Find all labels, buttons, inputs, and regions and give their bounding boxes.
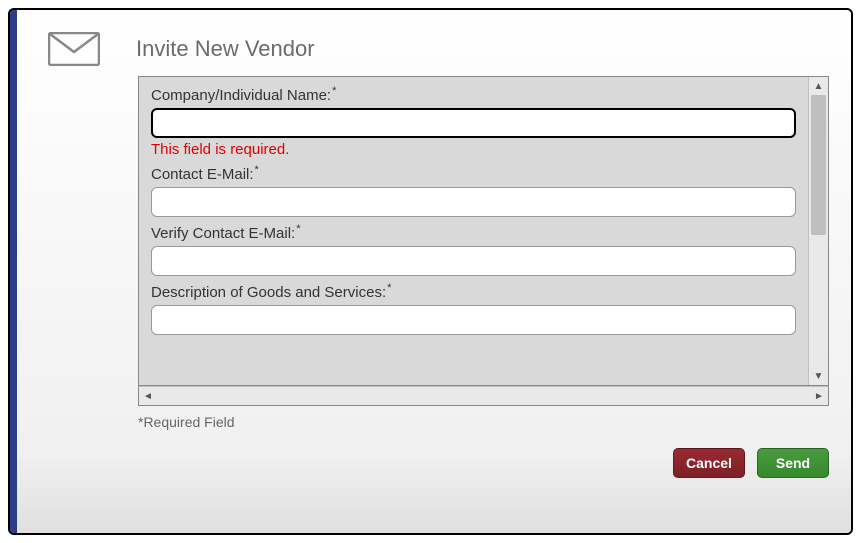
verify-email-label: Verify Contact E-Mail:*: [151, 223, 796, 242]
form-scroll-area: Company/Individual Name:* This field is …: [139, 77, 808, 385]
description-label: Description of Goods and Services:*: [151, 282, 796, 301]
company-name-group: Company/Individual Name:* This field is …: [151, 85, 796, 158]
form-container: Company/Individual Name:* This field is …: [138, 76, 829, 386]
required-field-note: *Required Field: [138, 414, 851, 430]
required-asterisk: *: [255, 164, 259, 176]
send-button[interactable]: Send: [757, 448, 829, 478]
verify-email-input[interactable]: [151, 246, 796, 276]
horizontal-scrollbar[interactable]: ◄ ►: [138, 386, 829, 406]
invite-vendor-modal: Invite New Vendor Company/Individual Nam…: [8, 8, 853, 535]
envelope-icon: [48, 32, 100, 66]
company-name-label: Company/Individual Name:*: [151, 85, 796, 104]
required-asterisk: *: [332, 85, 336, 97]
button-row: Cancel Send: [10, 430, 851, 478]
contact-email-label: Contact E-Mail:*: [151, 164, 796, 183]
company-name-error: This field is required.: [151, 141, 796, 158]
contact-email-input[interactable]: [151, 187, 796, 217]
modal-header: Invite New Vendor: [10, 10, 851, 76]
required-asterisk: *: [296, 223, 300, 235]
description-input[interactable]: [151, 305, 796, 335]
contact-email-group: Contact E-Mail:*: [151, 164, 796, 217]
modal-accent-bar: [10, 10, 17, 533]
scroll-left-arrow[interactable]: ◄: [139, 387, 157, 405]
required-asterisk: *: [387, 282, 391, 294]
scroll-up-arrow[interactable]: ▲: [810, 77, 828, 95]
verify-email-group: Verify Contact E-Mail:*: [151, 223, 796, 276]
cancel-button[interactable]: Cancel: [673, 448, 745, 478]
modal-title: Invite New Vendor: [136, 36, 315, 62]
vertical-scrollbar[interactable]: ▲ ▼: [808, 77, 828, 385]
scroll-right-arrow[interactable]: ►: [810, 387, 828, 405]
vertical-scroll-track[interactable]: [809, 95, 828, 367]
vertical-scroll-thumb[interactable]: [811, 95, 826, 235]
company-name-input[interactable]: [151, 108, 796, 138]
description-group: Description of Goods and Services:*: [151, 282, 796, 335]
scroll-down-arrow[interactable]: ▼: [810, 367, 828, 385]
